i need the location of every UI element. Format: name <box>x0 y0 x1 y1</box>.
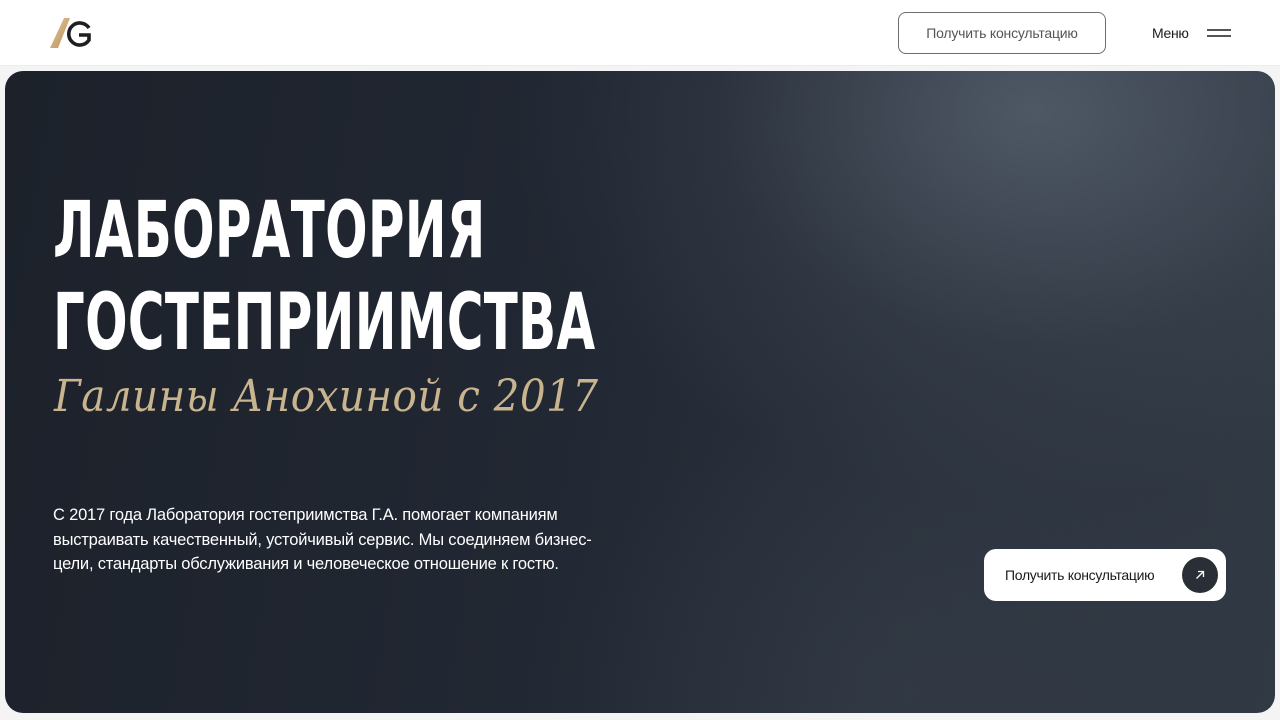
hero-description: С 2017 года Лаборатория гостеприимства Г… <box>53 506 592 573</box>
hero-subtitle: Галины Анохиной с 2017 <box>54 371 599 422</box>
site-header: Получить консультацию Меню <box>0 0 1280 66</box>
hero-title-line1: ЛАБОРАТОРИЯ <box>53 186 486 276</box>
hero-section: ЛАБОРАТОРИЯ ГОСТЕПРИИМСТВА Галины Анохин… <box>5 71 1275 713</box>
ag-logo-icon[interactable] <box>48 16 94 50</box>
hero-consultation-button[interactable]: Получить консультацию <box>984 549 1226 601</box>
header-consultation-button[interactable]: Получить консультацию <box>898 12 1106 54</box>
hamburger-menu-icon <box>1207 28 1231 38</box>
hero-title-line2: ГОСТЕПРИИМСТВА <box>53 278 596 368</box>
menu-button[interactable]: Меню <box>1152 18 1236 48</box>
ag-monogram-icon <box>50 18 91 48</box>
arrow-up-right-icon <box>1182 557 1218 593</box>
hero-cta-label: Получить консультацию <box>1005 567 1155 583</box>
hero-title: ЛАБОРАТОРИЯ ГОСТЕПРИИМСТВА <box>53 185 595 369</box>
menu-label: Меню <box>1152 25 1189 41</box>
